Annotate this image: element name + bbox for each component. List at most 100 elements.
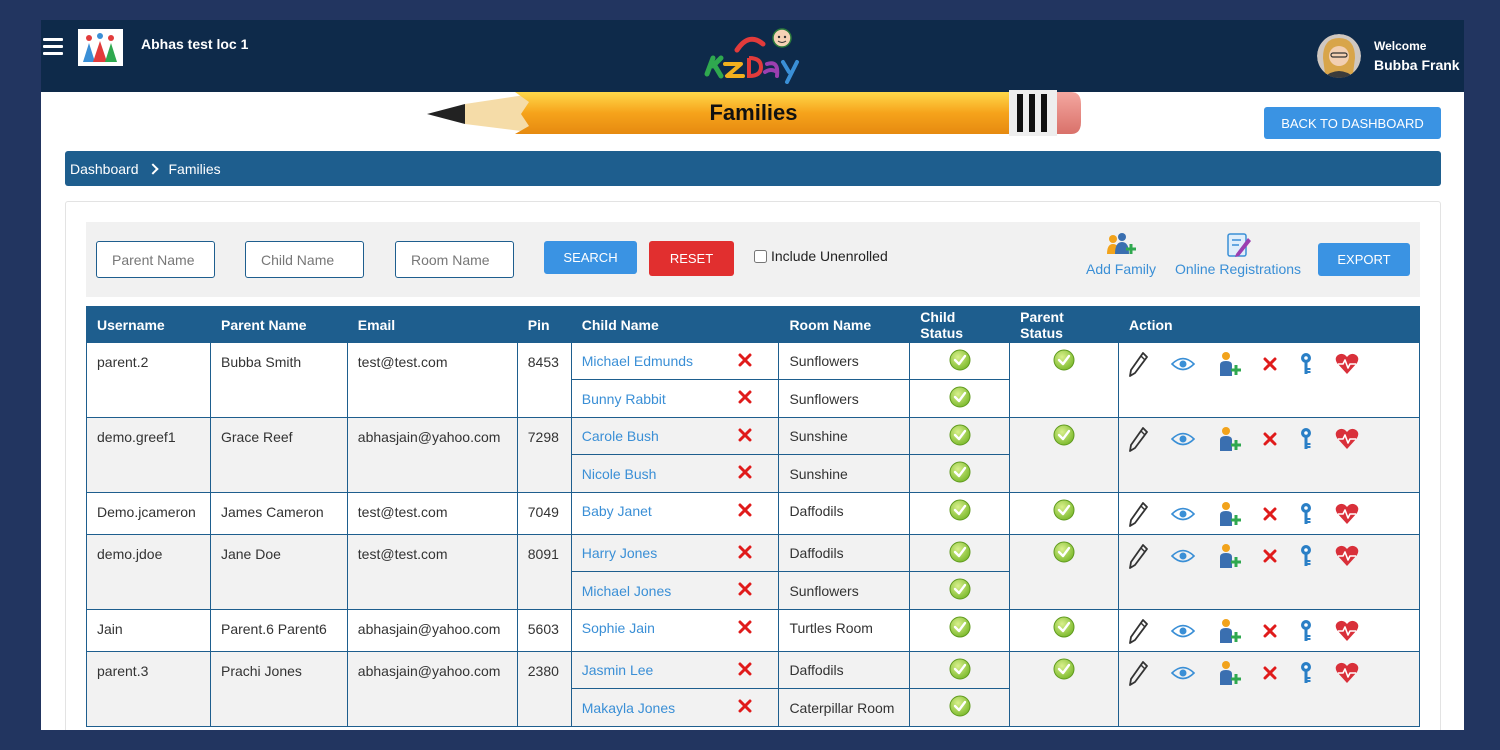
delete-x-icon[interactable] xyxy=(1263,549,1277,566)
remove-child-icon[interactable] xyxy=(738,390,752,407)
add-child-icon[interactable] xyxy=(1217,501,1242,530)
child-name-link[interactable]: Michael Edmunds xyxy=(582,353,693,369)
edit-pencil-icon[interactable] xyxy=(1129,351,1149,380)
reset-pin-key-icon[interactable] xyxy=(1299,427,1313,454)
health-heart-icon[interactable] xyxy=(1335,620,1359,645)
child-entry: Jasmin Lee xyxy=(571,652,779,689)
delete-x-icon[interactable] xyxy=(1263,666,1277,683)
export-button[interactable]: EXPORT xyxy=(1318,243,1410,276)
child-name-link[interactable]: Jasmin Lee xyxy=(582,662,654,678)
email-cell-text: test@test.com xyxy=(357,546,448,562)
child-name-link[interactable]: Bunny Rabbit xyxy=(582,391,666,407)
reset-pin-key-icon[interactable] xyxy=(1299,352,1313,379)
email-cell-text: abhasjain@yahoo.com xyxy=(357,621,501,637)
delete-x-icon[interactable] xyxy=(1263,624,1277,641)
child-name-link[interactable]: Sophie Jain xyxy=(582,620,655,636)
edit-pencil-icon[interactable] xyxy=(1129,543,1149,572)
user-avatar[interactable] xyxy=(1317,34,1361,78)
col-child-name[interactable]: Child Name xyxy=(570,306,780,343)
back-to-dashboard-button[interactable]: BACK TO DASHBOARD xyxy=(1264,107,1441,139)
view-eye-icon[interactable] xyxy=(1170,548,1196,567)
email-cell: abhasjain@yahoo.com xyxy=(346,417,518,493)
reset-pin-key-icon[interactable] xyxy=(1299,544,1313,571)
search-button[interactable]: SEARCH xyxy=(544,241,637,274)
reset-button[interactable]: RESET xyxy=(649,241,734,276)
col-parent-status[interactable]: Parent Status xyxy=(1009,306,1120,343)
include-unenrolled-checkbox[interactable] xyxy=(754,249,767,263)
edit-pencil-icon[interactable] xyxy=(1129,426,1149,455)
edit-pencil-icon[interactable] xyxy=(1129,501,1149,530)
room-entry: Turtles Room xyxy=(789,620,873,636)
remove-child-icon[interactable] xyxy=(738,699,752,716)
child-name-cell: Sophie Jain xyxy=(570,609,780,652)
reset-pin-key-icon[interactable] xyxy=(1299,502,1313,529)
room-name-cell: Daffodils Caterpillar Room xyxy=(778,651,911,727)
health-heart-icon[interactable] xyxy=(1335,503,1359,528)
breadcrumb: Dashboard Families xyxy=(65,151,1441,186)
room-entry: Caterpillar Room xyxy=(789,699,895,716)
col-child-status[interactable]: Child Status xyxy=(909,306,1011,343)
online-registrations-link[interactable]: Online Registrations xyxy=(1172,232,1304,277)
add-family-label: Add Family xyxy=(1085,261,1157,277)
username-cell-text: parent.3 xyxy=(97,663,149,679)
remove-child-icon[interactable] xyxy=(738,545,752,562)
reset-pin-key-icon[interactable] xyxy=(1299,661,1313,688)
col-email[interactable]: Email xyxy=(346,306,518,343)
child-name-link[interactable]: Michael Jones xyxy=(582,583,672,599)
remove-child-icon[interactable] xyxy=(738,465,752,482)
add-child-icon[interactable] xyxy=(1217,618,1242,647)
col-username[interactable]: Username xyxy=(86,306,211,343)
col-pin[interactable]: Pin xyxy=(516,306,572,343)
view-eye-icon[interactable] xyxy=(1170,431,1196,450)
check-circle-icon xyxy=(949,461,971,486)
view-eye-icon[interactable] xyxy=(1170,623,1196,642)
child-name-link[interactable]: Makayla Jones xyxy=(582,700,675,716)
breadcrumb-dashboard[interactable]: Dashboard xyxy=(70,161,139,177)
remove-child-icon[interactable] xyxy=(738,620,752,637)
health-heart-icon[interactable] xyxy=(1335,545,1359,570)
action-cell xyxy=(1118,342,1420,418)
health-heart-icon[interactable] xyxy=(1335,353,1359,378)
remove-child-icon[interactable] xyxy=(738,662,752,679)
hamburger-menu-icon[interactable] xyxy=(43,38,63,56)
child-name-input[interactable] xyxy=(245,241,364,278)
page-title: Families xyxy=(709,100,798,125)
col-parent-name[interactable]: Parent Name xyxy=(209,306,348,343)
delete-x-icon[interactable] xyxy=(1263,507,1277,524)
parent-name-cell-text: Grace Reef xyxy=(220,429,293,445)
filter-bar: SEARCH RESET Include Unenrolled Add Fami… xyxy=(86,222,1420,297)
delete-x-icon[interactable] xyxy=(1263,357,1277,374)
view-eye-icon[interactable] xyxy=(1170,665,1196,684)
edit-pencil-icon[interactable] xyxy=(1129,618,1149,647)
edit-pencil-icon[interactable] xyxy=(1129,660,1149,689)
child-status-cell xyxy=(909,342,1011,418)
room-name-input[interactable] xyxy=(395,241,514,278)
child-name-link[interactable]: Harry Jones xyxy=(582,545,657,561)
row-actions xyxy=(1129,610,1409,647)
child-name-link[interactable]: Carole Bush xyxy=(582,428,659,444)
col-room-name[interactable]: Room Name xyxy=(778,306,911,343)
include-unenrolled-toggle[interactable]: Include Unenrolled xyxy=(754,248,888,264)
parent-name-input[interactable] xyxy=(96,241,215,278)
remove-child-icon[interactable] xyxy=(738,582,752,599)
view-eye-icon[interactable] xyxy=(1170,506,1196,525)
health-heart-icon[interactable] xyxy=(1335,662,1359,687)
action-cell xyxy=(1118,492,1420,535)
remove-child-icon[interactable] xyxy=(738,353,752,370)
add-child-icon[interactable] xyxy=(1217,426,1242,455)
health-heart-icon[interactable] xyxy=(1335,428,1359,453)
remove-child-icon[interactable] xyxy=(738,503,752,520)
child-name-link[interactable]: Baby Janet xyxy=(582,503,652,519)
add-child-icon[interactable] xyxy=(1217,543,1242,572)
child-entry: Michael Edmunds xyxy=(571,343,779,380)
view-eye-icon[interactable] xyxy=(1170,356,1196,375)
add-family-link[interactable]: Add Family xyxy=(1084,232,1158,277)
parent-name-cell: Bubba Smith xyxy=(209,342,348,418)
add-child-icon[interactable] xyxy=(1217,660,1242,689)
add-child-icon[interactable] xyxy=(1217,351,1242,380)
child-name-link[interactable]: Nicole Bush xyxy=(582,466,657,482)
email-cell: test@test.com xyxy=(346,492,518,535)
delete-x-icon[interactable] xyxy=(1263,432,1277,449)
remove-child-icon[interactable] xyxy=(738,428,752,445)
reset-pin-key-icon[interactable] xyxy=(1299,619,1313,646)
